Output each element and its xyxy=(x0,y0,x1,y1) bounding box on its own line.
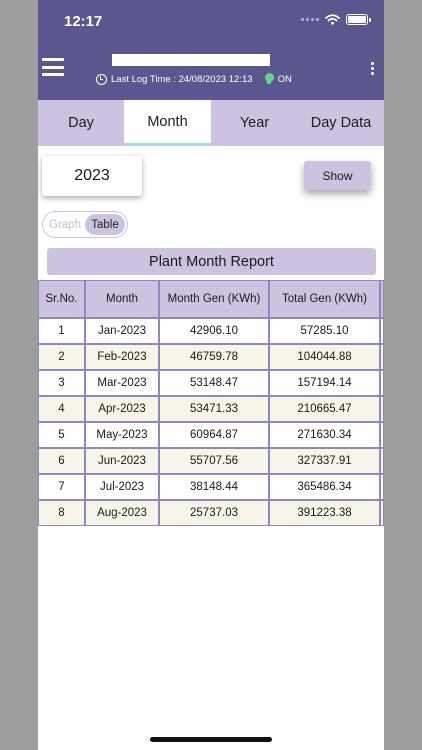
status-time: 12:17 xyxy=(64,13,103,30)
table-cell: 60964.87 xyxy=(159,422,269,448)
show-button[interactable]: Show xyxy=(304,161,371,190)
table-cell: May-2023 xyxy=(85,422,159,448)
view-toggle: Graph Table xyxy=(42,211,128,238)
table-header-row: Sr.No. Month Month Gen (KWh) Total Gen (… xyxy=(38,280,384,318)
bulb-icon xyxy=(264,73,274,85)
column-header: Total Gen (KWh) xyxy=(269,280,380,318)
table-cell-overflow xyxy=(380,396,384,422)
column-header-overflow xyxy=(380,280,384,318)
plant-status: ON xyxy=(277,73,292,85)
table-cell: 3 xyxy=(38,370,85,396)
status-icons xyxy=(301,14,371,25)
year-selector[interactable]: 2023 xyxy=(42,156,142,196)
wifi-icon xyxy=(325,14,340,25)
table-cell: Aug-2023 xyxy=(85,500,159,526)
table-cell: 57285.10 xyxy=(269,318,380,344)
table-cell: Feb-2023 xyxy=(85,344,159,370)
table-cell: 53471.33 xyxy=(159,396,269,422)
report-tabs: Day Month Year Day Data xyxy=(38,100,384,146)
table-cell: 2 xyxy=(38,344,85,370)
table-cell: 46759.78 xyxy=(159,344,269,370)
signal-icon xyxy=(301,18,319,21)
table-cell-overflow xyxy=(380,474,384,500)
table-cell-overflow xyxy=(380,500,384,526)
table-cell: 1 xyxy=(38,318,85,344)
month-report-table: Sr.No. Month Month Gen (KWh) Total Gen (… xyxy=(38,280,384,526)
table-row: 7 Jul-2023 38148.44 365486.34 xyxy=(38,474,384,500)
table-cell: 25737.03 xyxy=(159,500,269,526)
home-indicator[interactable] xyxy=(150,737,272,742)
table-cell: 38148.44 xyxy=(159,474,269,500)
hamburger-menu-icon[interactable] xyxy=(42,58,64,76)
table-cell: 8 xyxy=(38,500,85,526)
table-cell: Jul-2023 xyxy=(85,474,159,500)
column-header: Month xyxy=(85,280,159,318)
tab-day-data[interactable]: Day Data xyxy=(298,100,384,146)
table-cell: 4 xyxy=(38,396,85,422)
report-title: Plant Month Report xyxy=(47,248,376,275)
app-screen: 12:17 Last Log Time : 24/08/2023 12:13 O… xyxy=(38,0,384,750)
last-log-time: Last Log Time : 24/08/2023 12:13 xyxy=(111,73,253,85)
table-cell: 104044.88 xyxy=(269,344,380,370)
table-row: 6 Jun-2023 55707.56 327337.91 xyxy=(38,448,384,474)
table-cell: 7 xyxy=(38,474,85,500)
more-options-icon[interactable] xyxy=(371,62,374,75)
table-row: 8 Aug-2023 25737.03 391223.38 xyxy=(38,500,384,526)
table-row: 5 May-2023 60964.87 271630.34 xyxy=(38,422,384,448)
table-cell: Jan-2023 xyxy=(85,318,159,344)
table-cell: 6 xyxy=(38,448,85,474)
table-cell-overflow xyxy=(380,422,384,448)
tab-day[interactable]: Day xyxy=(38,100,124,146)
table-cell: 53148.47 xyxy=(159,370,269,396)
table-cell: 5 xyxy=(38,422,85,448)
table-cell: 391223.38 xyxy=(269,500,380,526)
column-header: Month Gen (KWh) xyxy=(159,280,269,318)
table-cell: 55707.56 xyxy=(159,448,269,474)
app-header: 12:17 Last Log Time : 24/08/2023 12:13 O… xyxy=(38,0,384,100)
table-cell-overflow xyxy=(380,370,384,396)
table-cell-overflow xyxy=(380,318,384,344)
column-header: Sr.No. xyxy=(38,280,85,318)
toggle-table[interactable]: Table xyxy=(85,214,125,235)
table-cell: 157194.14 xyxy=(269,370,380,396)
table-cell: Jun-2023 xyxy=(85,448,159,474)
table-cell: 42906.10 xyxy=(159,318,269,344)
table-cell: Mar-2023 xyxy=(85,370,159,396)
plant-name-redacted xyxy=(112,54,270,66)
tab-year[interactable]: Year xyxy=(211,100,298,146)
table-cell: 365486.34 xyxy=(269,474,380,500)
table-row: 4 Apr-2023 53471.33 210665.47 xyxy=(38,396,384,422)
table-cell: 327337.91 xyxy=(269,448,380,474)
table-cell-overflow xyxy=(380,344,384,370)
table-row: 2 Feb-2023 46759.78 104044.88 xyxy=(38,344,384,370)
tab-month[interactable]: Month xyxy=(124,100,211,146)
clock-icon xyxy=(96,73,107,85)
last-log-row: Last Log Time : 24/08/2023 12:13 ON xyxy=(96,73,292,85)
table-cell-overflow xyxy=(380,448,384,474)
toggle-graph[interactable]: Graph xyxy=(45,214,85,235)
table-row: 3 Mar-2023 53148.47 157194.14 xyxy=(38,370,384,396)
table-cell: 271630.34 xyxy=(269,422,380,448)
table-cell: 210665.47 xyxy=(269,396,380,422)
table-cell: Apr-2023 xyxy=(85,396,159,422)
table-row: 1 Jan-2023 42906.10 57285.10 xyxy=(38,318,384,344)
battery-icon xyxy=(346,14,371,25)
